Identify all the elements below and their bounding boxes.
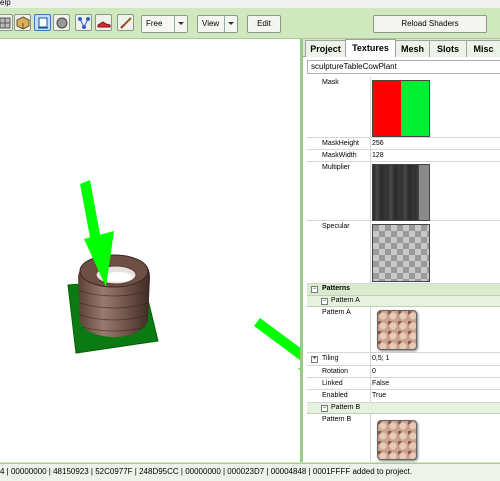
- edit-button[interactable]: Edit: [247, 15, 281, 33]
- pattern-a-thumbnail[interactable]: [377, 310, 417, 350]
- bounding-box-button[interactable]: [34, 14, 51, 31]
- grid-toggle-button[interactable]: [0, 14, 13, 31]
- category-patterns[interactable]: − Patterns: [307, 284, 500, 296]
- collapse-icon[interactable]: −: [321, 405, 328, 412]
- property-label: Linked: [322, 380, 343, 387]
- reload-shaders-button[interactable]: Reload Shaders: [373, 15, 487, 33]
- knife-icon: [120, 17, 132, 29]
- panel-tabs: Project Textures Mesh Slots Misc: [303, 39, 500, 57]
- property-row-pattern-a[interactable]: Pattern A: [307, 307, 500, 353]
- property-value: 0,5; 1: [372, 355, 390, 362]
- property-label: MaskWidth: [322, 152, 357, 159]
- object-name-field[interactable]: sculptureTableCowPlant: [307, 60, 500, 74]
- mesh-view-button[interactable]: [14, 14, 31, 31]
- viewport-3d[interactable]: [0, 39, 302, 462]
- property-row-maskheight[interactable]: MaskHeight 256: [307, 138, 500, 150]
- scene-render: [67, 180, 300, 370]
- properties-panel: Project Textures Mesh Slots Misc sculptu…: [302, 39, 500, 462]
- collapse-icon[interactable]: −: [321, 298, 328, 305]
- property-label: Rotation: [322, 368, 349, 375]
- property-label: MaskHeight: [322, 140, 359, 147]
- toolbar: Free View Edit Reload Shaders: [0, 8, 500, 39]
- chevron-down-icon: [224, 16, 237, 32]
- status-bar: 4 | 00000000 | 48150923 | 52C0977F | 248…: [0, 463, 500, 481]
- sphere-view-button[interactable]: [53, 14, 70, 31]
- camera-mode-value: Free: [146, 19, 163, 28]
- property-row-specular[interactable]: Specular: [307, 221, 500, 284]
- cube-icon: [16, 16, 30, 30]
- property-label: Enabled: [322, 392, 348, 399]
- property-label: Specular: [322, 223, 350, 230]
- property-row-mask[interactable]: Mask: [307, 77, 500, 138]
- box-select-icon: [38, 17, 48, 29]
- property-value: 0: [372, 368, 376, 375]
- property-label: Pattern A: [322, 309, 351, 316]
- property-value: True: [372, 392, 387, 399]
- status-text: 4 | 00000000 | 48150923 | 52C0977F | 248…: [0, 467, 413, 476]
- tab-slots[interactable]: Slots: [429, 40, 467, 57]
- property-row-maskwidth[interactable]: MaskWidth 128: [307, 150, 500, 162]
- mask-texture-thumbnail[interactable]: [372, 80, 430, 137]
- view-select[interactable]: View: [197, 15, 238, 33]
- grid-icon: [0, 17, 11, 29]
- property-row-enabled[interactable]: Enabled True: [307, 390, 500, 403]
- property-value: 128: [372, 152, 384, 159]
- menu-bar: elp: [0, 0, 500, 8]
- skeleton-view-button[interactable]: [75, 14, 92, 31]
- chevron-down-icon: [174, 16, 187, 32]
- collapse-icon[interactable]: −: [311, 286, 318, 293]
- property-label: Pattern B: [322, 416, 352, 423]
- expand-icon[interactable]: +: [311, 356, 318, 363]
- property-row-pattern-b[interactable]: Pattern B: [307, 414, 500, 462]
- category-pattern-a[interactable]: − Pattern A: [307, 296, 500, 307]
- tab-misc[interactable]: Misc: [466, 40, 500, 57]
- node-icon: [78, 17, 90, 29]
- tab-textures[interactable]: Textures: [345, 39, 396, 57]
- footprint-view-button[interactable]: [95, 14, 112, 31]
- pattern-b-thumbnail[interactable]: [377, 420, 417, 460]
- category-pattern-b[interactable]: − Pattern B: [307, 403, 500, 414]
- category-label: Pattern B: [331, 404, 361, 411]
- property-value: 256: [372, 140, 384, 147]
- multiplier-texture-thumbnail[interactable]: [372, 164, 430, 221]
- tab-mesh[interactable]: Mesh: [395, 40, 430, 57]
- property-grid: Mask MaskHeight 256 MaskWidth 128 Multip…: [307, 77, 500, 462]
- property-value: False: [372, 380, 390, 387]
- specular-texture-thumbnail[interactable]: [372, 224, 430, 282]
- tab-project[interactable]: Project: [305, 40, 346, 57]
- property-label: Tiling: [322, 355, 339, 362]
- sphere-icon: [56, 17, 68, 29]
- property-row-rotation[interactable]: Rotation 0: [307, 366, 500, 378]
- camera-mode-select[interactable]: Free: [141, 15, 188, 33]
- category-label: Patterns: [322, 285, 351, 292]
- property-label: Mask: [322, 79, 339, 86]
- arrow-annotation-2: [254, 318, 300, 370]
- property-row-linked[interactable]: Linked False: [307, 378, 500, 390]
- menu-help[interactable]: elp: [0, 0, 11, 7]
- category-label: Pattern A: [331, 297, 360, 304]
- property-row-tiling[interactable]: + Tiling 0,5; 1: [307, 353, 500, 366]
- shoe-icon: [97, 21, 111, 28]
- property-row-multiplier[interactable]: Multiplier: [307, 162, 500, 221]
- view-label: View: [202, 19, 220, 28]
- cut-tool-button[interactable]: [117, 14, 134, 31]
- property-label: Multiplier: [322, 164, 351, 171]
